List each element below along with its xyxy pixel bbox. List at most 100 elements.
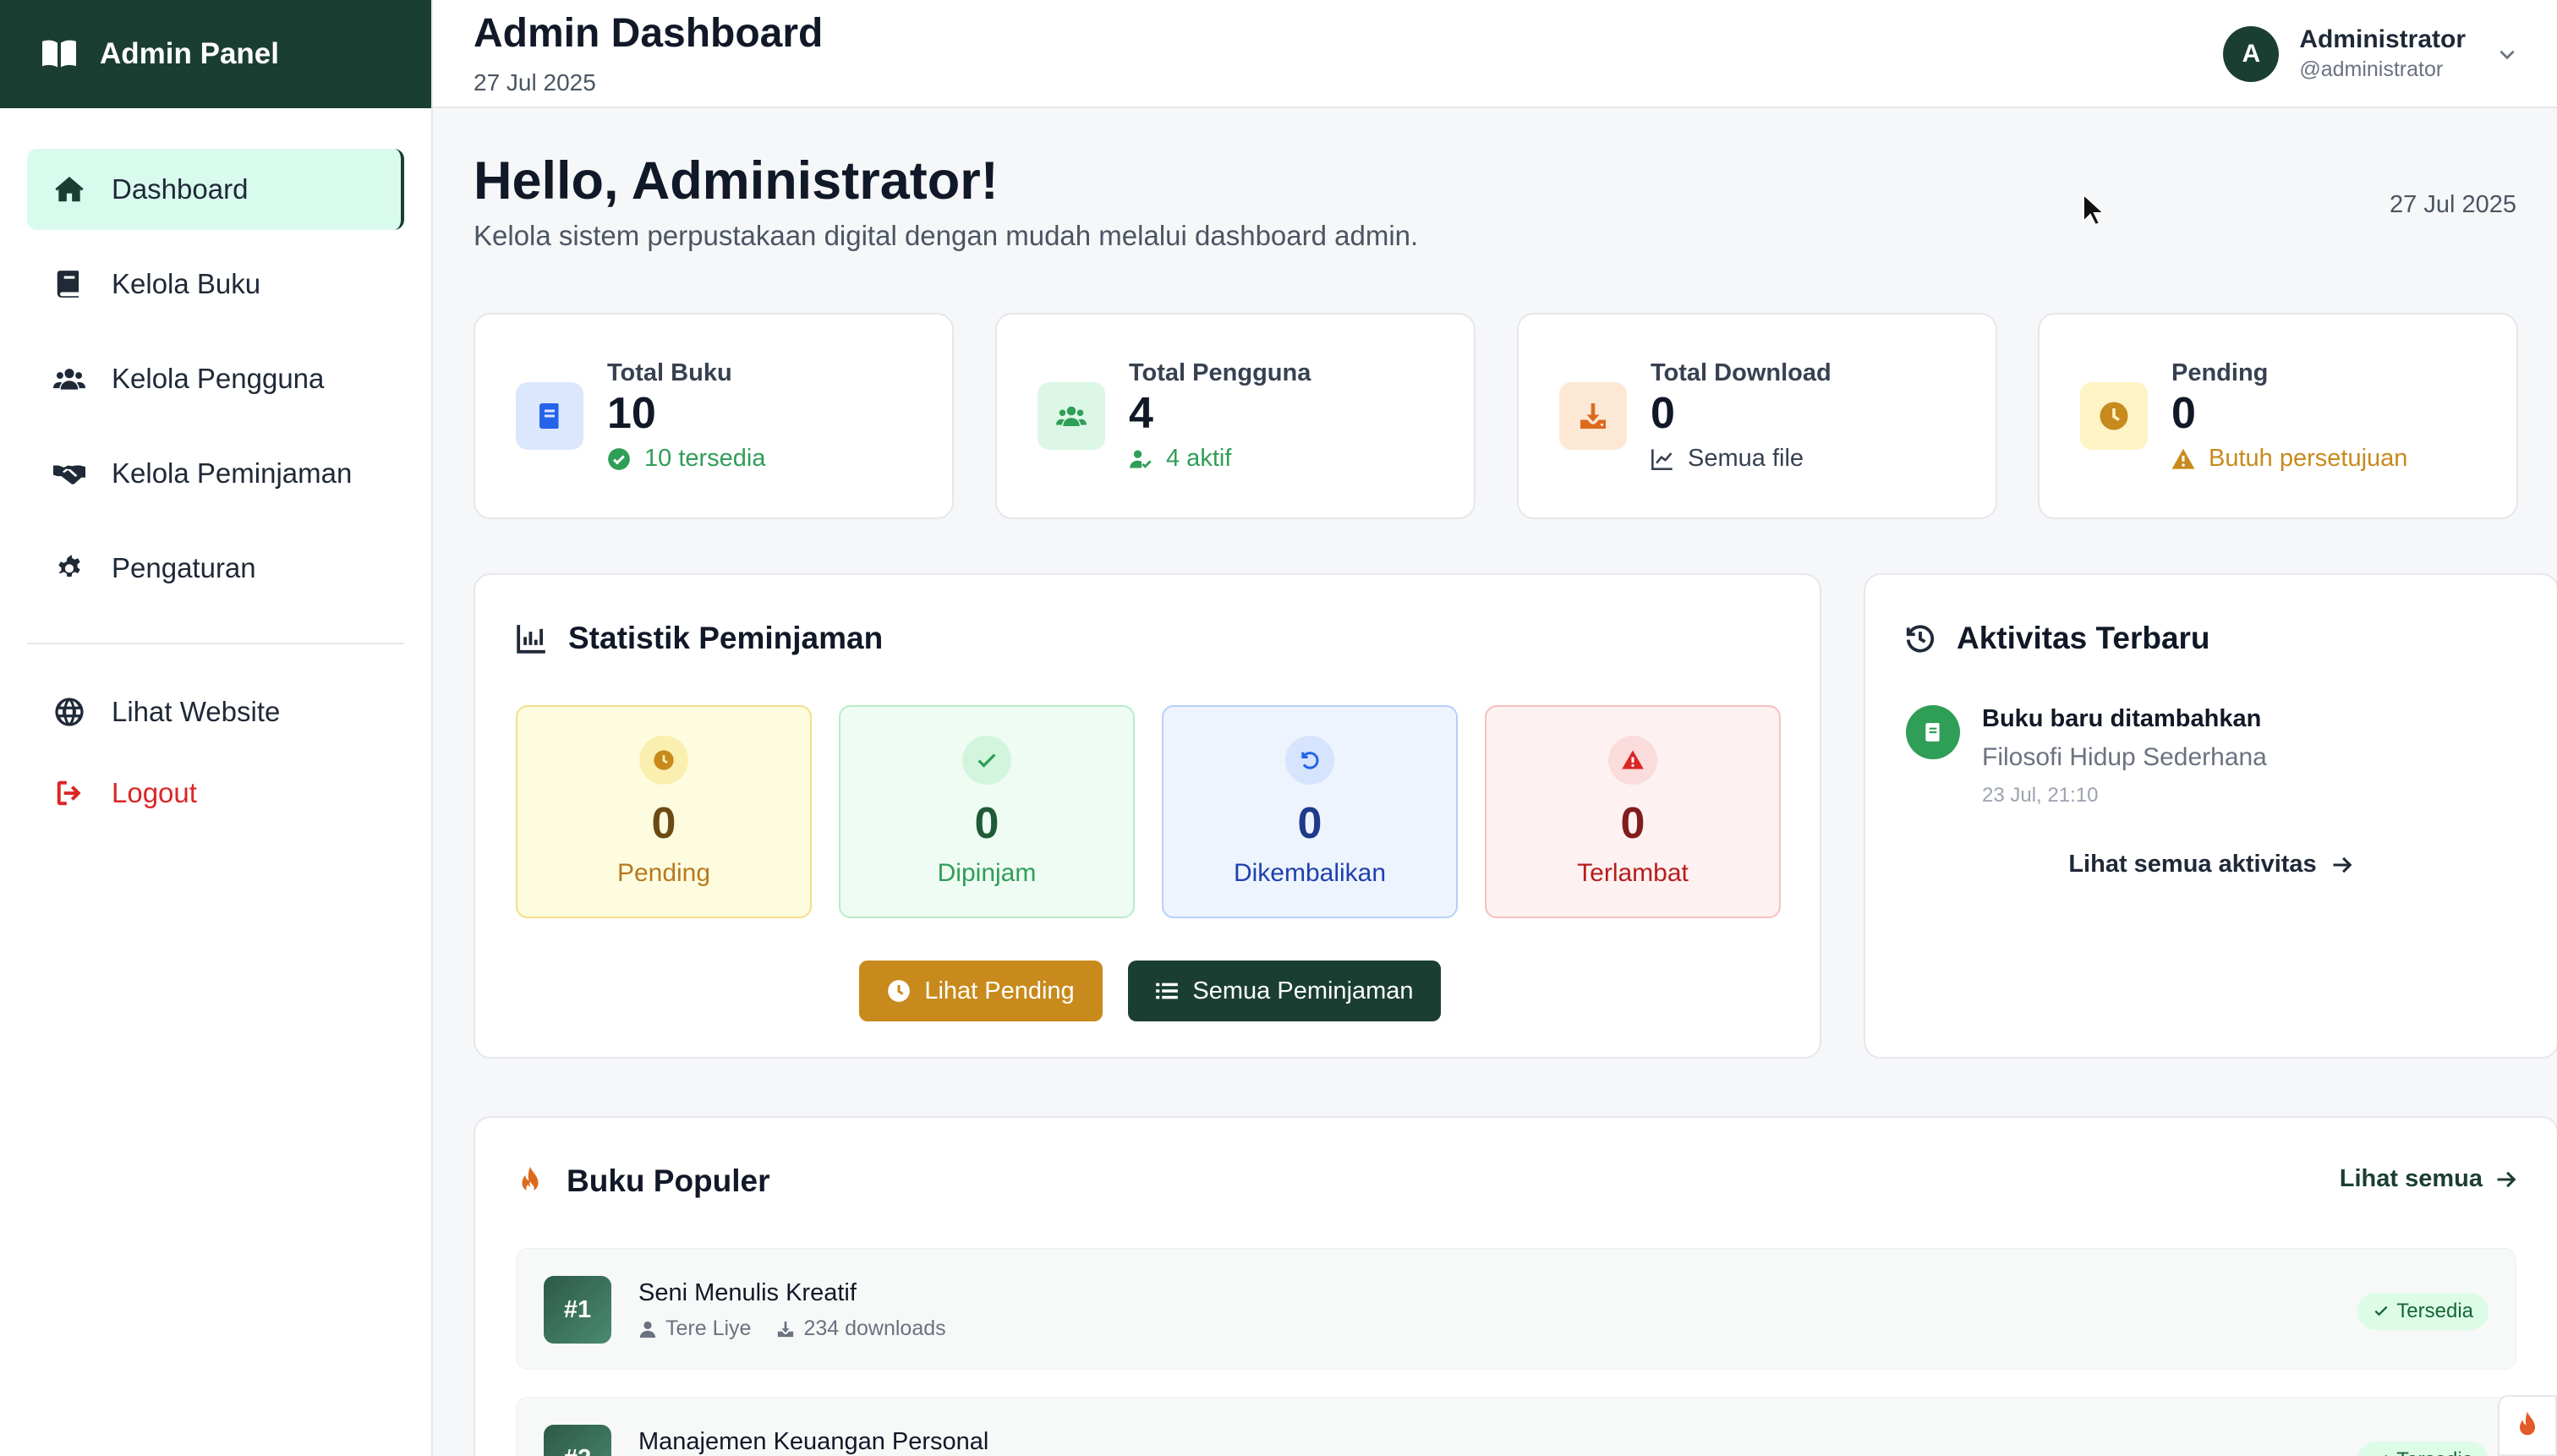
sidebar-item-kelola-buku[interactable]: Kelola Buku [27,244,404,325]
activity-panel: Aktivitas Terbaru Buku baru ditambahkan … [1864,573,2557,1059]
gear-icon [51,550,88,587]
users-icon [51,360,88,397]
arrow-right-icon [2333,857,2352,873]
header-date: 27 Jul 2025 [474,69,596,96]
activity-time: 23 Jul, 21:10 [1982,784,2099,807]
fire-icon [522,1166,539,1193]
popular-books-panel: Buku Populer Lihat semua #1 Seni Menulis… [474,1116,2557,1456]
stat-card-total-buku: Total Buku 10 10 tersedia [474,313,954,519]
welcome-title: Hello, Administrator! [474,151,999,211]
button-label: Lihat Pending [924,977,1075,1004]
panel-title: Buku Populer [567,1163,770,1198]
view-all-activity-link[interactable]: Lihat semua aktivitas [1865,851,2557,879]
popular-book-row[interactable]: #2 Manajemen Keuangan Personal Tersedia [516,1397,2516,1456]
user-menu[interactable]: A Administrator @administrator [2223,25,2518,82]
stat-sub: 10 tersedia [607,445,766,473]
loan-value: 0 [1297,799,1322,848]
logout-icon [51,775,88,812]
user-check-icon [1130,450,1152,468]
home-icon [51,171,88,208]
loan-label: Dipinjam [937,859,1037,887]
chevron-down-icon [2500,50,2515,59]
status-badge: Tersedia [2357,1293,2489,1330]
loan-box-dikembalikan[interactable]: 0 Dikembalikan [1162,705,1458,918]
activity-desc: Filosofi Hidup Sederhana [1982,743,2267,771]
rank-badge: #2 [544,1425,611,1456]
stat-value: 0 [2171,388,2196,438]
bar-chart-icon [517,625,545,654]
sidebar: Admin Panel Dashboard Kelola Buku Kelola… [0,0,433,1456]
sidebar-divider [27,643,404,644]
user-handle: @administrator [2299,57,2444,81]
check-circle-icon [608,447,630,470]
clock-icon [888,980,911,1002]
all-loans-button[interactable]: Semua Peminjaman [1128,961,1441,1021]
activity-title: Buku baru ditambahkan [1982,705,2262,732]
sidebar-item-dashboard[interactable]: Dashboard [27,149,404,230]
brand[interactable]: Admin Panel [0,0,431,108]
popular-book-row[interactable]: #1 Seni Menulis Kreatif Tere Liye 234 do… [516,1248,2516,1370]
arrow-right-icon [2497,1171,2516,1187]
status-badge: Tersedia [2357,1442,2489,1456]
sidebar-item-kelola-peminjaman[interactable]: Kelola Peminjaman [27,433,404,514]
book-author: Tere Liye [665,1316,752,1340]
stat-card-total-pengguna: Total Pengguna 4 4 aktif [995,313,1476,519]
stat-card-pending: Pending 0 Butuh persetujuan [2038,313,2518,519]
stat-sub-text: 10 tersedia [644,445,766,473]
warning-icon [1608,736,1657,785]
link-label: Lihat semua [2339,1165,2483,1192]
check-icon [2374,1305,2388,1316]
book-title: Manajemen Keuangan Personal [638,1428,989,1455]
warning-icon [2171,448,2195,469]
stat-label: Pending [2171,359,2269,386]
stat-value: 4 [1129,388,1153,438]
book-icon [516,382,583,450]
stat-sub-text: 4 aktif [1166,445,1232,473]
clock-icon [2080,382,2148,450]
stat-sub: Semua file [1651,445,1832,473]
download-icon [1559,382,1627,450]
welcome-date: 27 Jul 2025 [2390,191,2516,218]
rank-badge: #1 [544,1276,611,1344]
stat-label: Total Download [1651,359,1832,386]
loan-box-pending[interactable]: 0 Pending [516,705,812,918]
stat-card-total-download: Total Download 0 Semua file [1517,313,1997,519]
sidebar-item-label: Lihat Website [112,696,281,727]
stat-value: 0 [1651,388,1675,438]
sidebar-item-pengaturan[interactable]: Pengaturan [27,528,404,609]
panel-title: Aktivitas Terbaru [1957,621,2210,655]
sidebar-item-label: Kelola Pengguna [112,363,325,394]
loan-box-terlambat[interactable]: 0 Terlambat [1485,705,1781,918]
sidebar-item-label: Dashboard [112,173,249,205]
activity-item[interactable]: Buku baru ditambahkan Filosofi Hidup Sed… [1906,705,2267,807]
list-icon [1156,983,1179,999]
globe-icon [51,693,88,731]
fire-fab-button[interactable] [2498,1395,2557,1456]
view-pending-button[interactable]: Lihat Pending [859,961,1103,1021]
avatar: A [2223,25,2280,82]
history-icon [1906,625,1935,653]
sidebar-item-kelola-pengguna[interactable]: Kelola Pengguna [27,338,404,419]
view-all-popular-link[interactable]: Lihat semua [2340,1165,2518,1193]
line-chart-icon [1651,449,1673,470]
top-header: Admin Dashboard 27 Jul 2025 A Administra… [433,0,2557,108]
check-icon [2385,1454,2388,1456]
stat-sub: 4 aktif [1129,445,1311,473]
user-name: Administrator [2299,25,2466,53]
sidebar-secondary-nav: Lihat Website Logout [0,678,431,827]
sidebar-item-lihat-website[interactable]: Lihat Website [27,678,404,746]
users-icon [1038,382,1105,450]
logout-button[interactable]: Logout [27,759,404,827]
fire-icon [2520,1411,2535,1436]
download-icon [778,1321,794,1337]
user-info: Administrator @administrator [2299,25,2466,82]
loan-box-dipinjam[interactable]: 0 Dipinjam [839,705,1135,918]
book-open-icon [42,40,76,68]
loan-stats-panel: Statistik Peminjaman 0 Pending 0 Dipinja… [474,573,1821,1059]
loan-label: Dikembalikan [1233,859,1387,887]
mouse-cursor-icon [2083,193,2104,227]
status-text: Tersedia [2396,1448,2473,1456]
book-icon [51,265,88,303]
stat-value: 10 [607,388,656,438]
sidebar-item-label: Logout [112,777,197,808]
